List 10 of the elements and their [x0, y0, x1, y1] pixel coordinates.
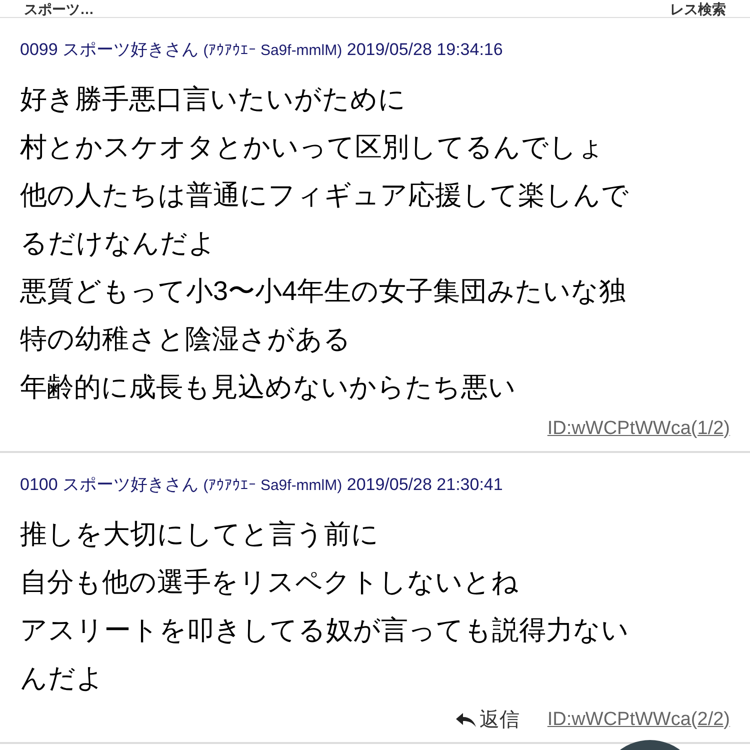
post-body: 好き勝手悪口言いたいがために 村とかスケオタとかいって区別してるんでしょ 他の人たちは普通にフィギュア応援して楽しんで るだけなんだよ 悪質どもって小3〜小4年生の女子集団みたいな独 特の幼稚さと陰湿さがある 年齢的に成長も見込めないからたち悪い	[20, 83, 630, 404]
id-link[interactable]: ID:wWCPtWWca(2/2)	[547, 706, 730, 734]
post-header: 0099 スポーツ好きさん (ｱｳｱｳｴｰ Sa9f-mmlM) 2019/05/28 19:34:16	[20, 39, 504, 61]
reply-button[interactable]: 返信	[455, 705, 520, 735]
id-link[interactable]: ID:wWCPtWWca(1/2)	[547, 414, 730, 444]
post-header: 0100 スポーツ好きさん (ｱｳｱｳｴｰ Sa9f-mmlM) 2019/05/28 21:30:41	[20, 474, 504, 496]
reply-arrow-icon	[455, 712, 478, 728]
search-link[interactable]: レス検索	[670, 1, 726, 17]
thread-title: スポーツ…	[24, 1, 94, 17]
post-body: 推しを大切にしてと言う前に 自分も他の選手をリスペクトしないとね アスリートを叩きしてる奴が言っても説得力ない んだよ	[20, 518, 630, 695]
